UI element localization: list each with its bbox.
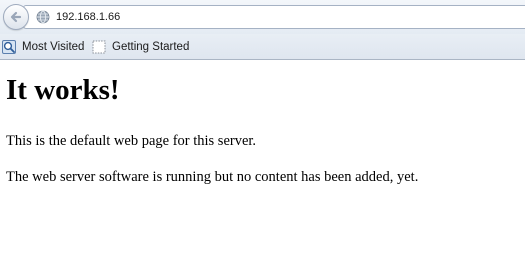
navigation-bar: 192.168.1.66 bbox=[0, 0, 525, 34]
page-content: It works! This is the default web page f… bbox=[6, 62, 516, 185]
paragraph-default-page: This is the default web page for this se… bbox=[6, 133, 257, 149]
bookmark-getting-started[interactable]: Getting Started bbox=[92, 38, 189, 56]
most-visited-icon bbox=[2, 40, 16, 54]
bookmark-most-visited[interactable]: Most Visited bbox=[2, 38, 84, 56]
page-icon bbox=[92, 40, 106, 54]
url-text[interactable]: 192.168.1.66 bbox=[56, 10, 120, 24]
page-heading: It works! bbox=[6, 74, 120, 106]
bookmark-label: Getting Started bbox=[112, 41, 190, 53]
paragraph-no-content: The web server software is running but n… bbox=[6, 169, 419, 185]
back-arrow-icon bbox=[10, 11, 22, 23]
globe-icon bbox=[36, 10, 50, 24]
bookmark-label: Most Visited bbox=[22, 41, 85, 53]
bookmarks-toolbar: Most Visited Getting Started bbox=[0, 34, 525, 60]
address-bar[interactable]: 192.168.1.66 bbox=[23, 5, 525, 29]
back-button[interactable] bbox=[3, 4, 29, 30]
